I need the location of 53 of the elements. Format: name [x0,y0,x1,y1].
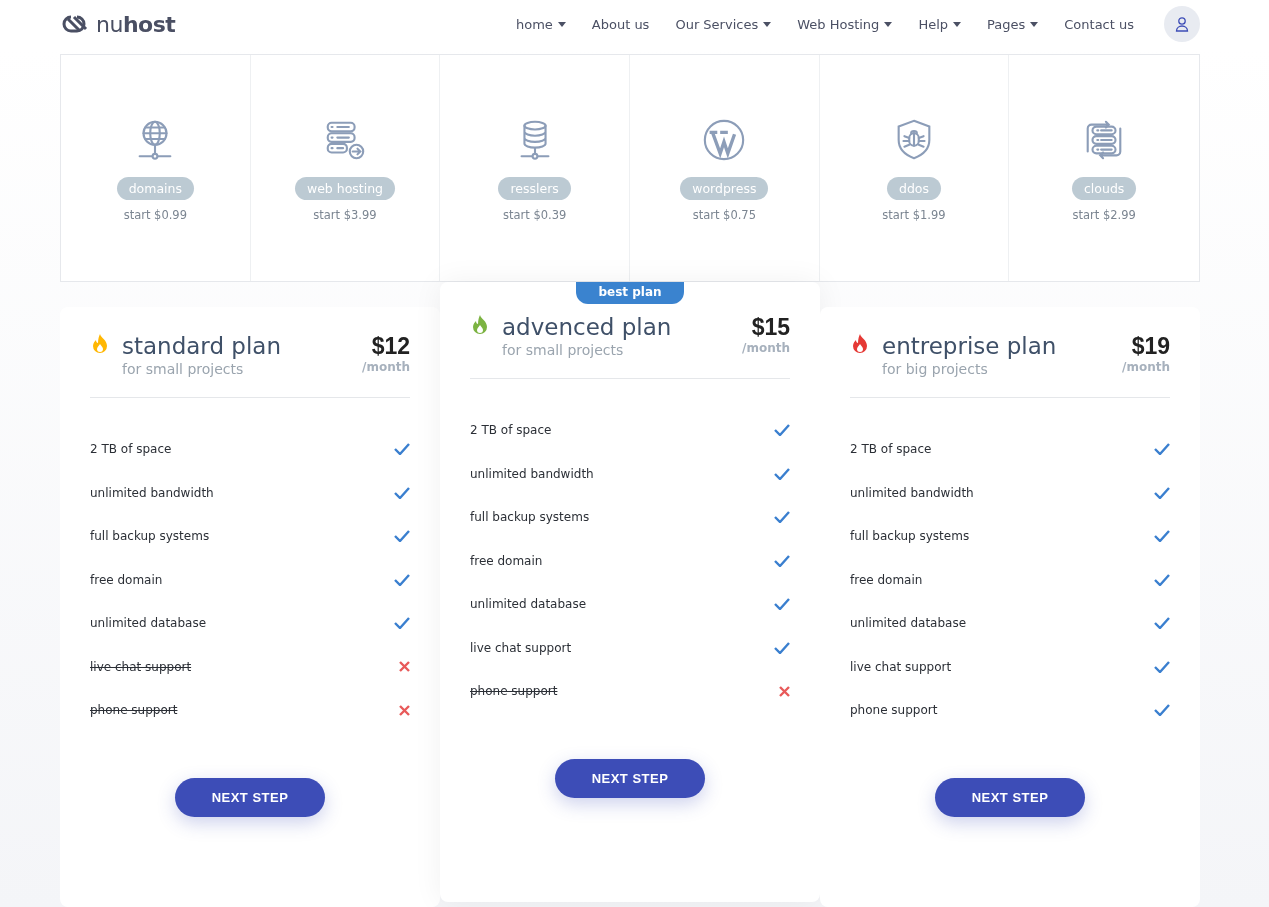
feature-label: unlimited bandwidth [90,485,214,500]
feature-label: full backup systems [470,510,590,525]
nav-link[interactable]: About us [591,16,650,32]
plan-name: advenced plan [502,314,673,342]
plan-name: standard plan [122,333,282,361]
nav-link[interactable]: Help [918,16,961,32]
feature-label: 2 TB of space [470,423,552,438]
nav-link[interactable]: Web Hosting [797,16,893,32]
plan-price: $19 [1131,333,1170,360]
service-price: start $0.99 [123,208,187,222]
feature-label: unlimited bandwidth [470,466,594,481]
plan-subtitle: for big projects [882,360,989,377]
service-price: start $2.99 [1072,208,1136,222]
plan-price: $15 [751,314,790,341]
service-price: start $0.39 [502,208,567,222]
feature-label: phone support [90,703,178,718]
feature-label: live chat support [470,640,572,655]
price-period: /month [1122,360,1170,374]
nav-link[interactable]: Pages [987,16,1039,32]
feature-label: full backup systems [90,529,210,544]
feature-label: phone support [470,684,558,699]
next-step-button[interactable]: NEXT STEP [555,759,705,799]
feature-label: 2 TB of space [90,442,172,457]
nav-link[interactable]: Contact us [1064,16,1134,32]
feature-label: unlimited bandwidth [850,485,974,500]
feature-label: free domain [90,572,163,587]
service-price: start $1.99 [882,208,946,222]
feature-label: unlimited database [90,616,207,631]
feature-label: phone support [850,703,938,718]
plan-subtitle: for small projects [122,360,245,377]
price-period: /month [742,341,790,355]
feature-label: full backup systems [850,529,970,544]
plan-price: $12 [371,333,410,360]
user-account-button[interactable] [1164,6,1200,42]
next-step-button[interactable]: NEXT STEP [175,778,325,818]
price-period: /month [362,360,410,374]
feature-label: live chat support [90,659,192,674]
nav-link[interactable]: home [515,16,566,32]
next-step-button[interactable]: NEXT STEP [935,778,1085,818]
feature-label: unlimited database [850,616,967,631]
user-icon [1174,16,1190,32]
feature-label: 2 TB of space [850,442,932,457]
best-plan-badge: best plan [576,282,684,304]
feature-label: free domain [850,572,923,587]
plan-name: entreprise plan [882,333,1058,361]
feature-label: free domain [470,553,543,568]
service-price: start $0.75 [692,208,756,222]
brand-name[interactable]: nuhost [96,11,176,37]
plan-subtitle: for small projects [502,341,625,358]
feature-label: unlimited database [470,597,587,612]
nav-link[interactable]: Our Services [675,16,772,32]
service-price: start $3.99 [313,208,377,222]
feature-label: live chat support [850,659,952,674]
